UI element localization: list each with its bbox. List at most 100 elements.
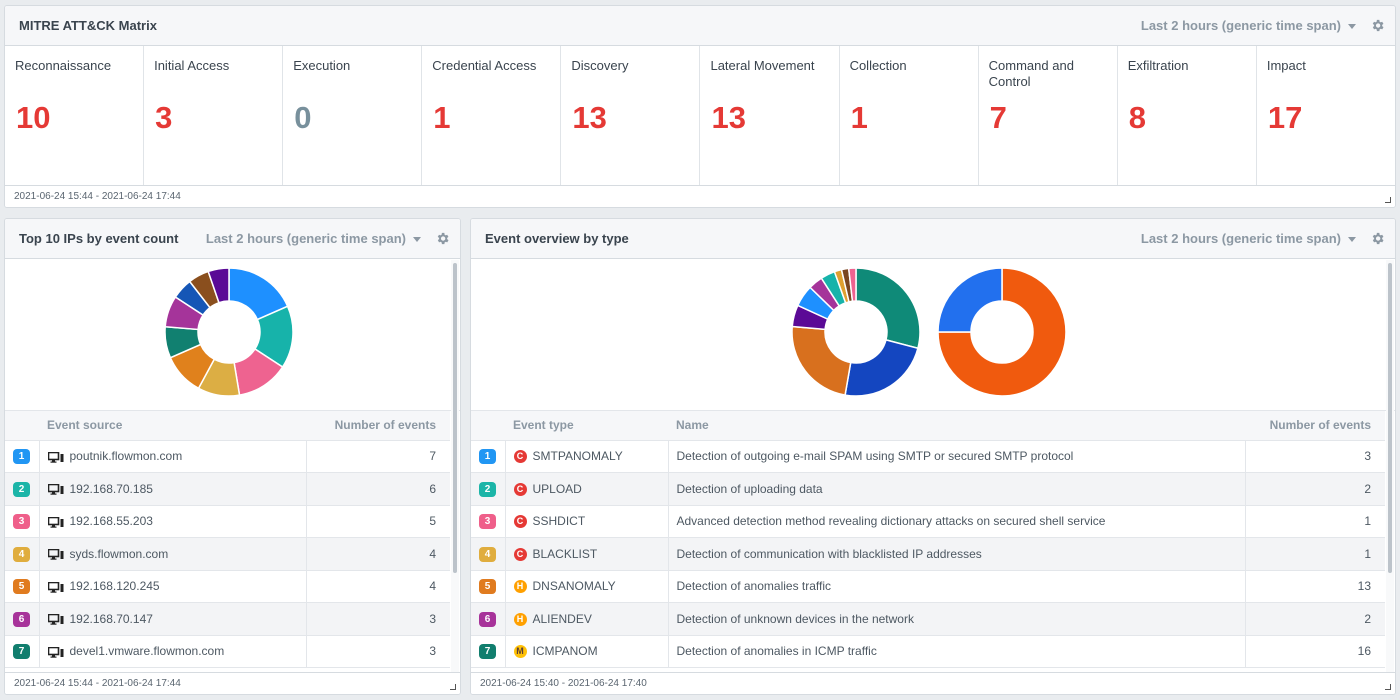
scrollbar[interactable] [1388, 263, 1392, 573]
rank-badge: 7 [13, 644, 30, 660]
tactic-tile[interactable]: Execution 0 [283, 46, 423, 185]
event-source-link[interactable]: 192.168.70.185 [70, 482, 153, 496]
event-type-link[interactable]: BLACKLIST [533, 547, 598, 561]
gear-icon[interactable] [435, 231, 450, 246]
tactic-tile[interactable]: Initial Access 3 [144, 46, 284, 185]
table-row[interactable]: 4 syds.flowmon.com 4 [5, 537, 450, 571]
ips-chart-area: poutnik.flowmon.com: 7192.168.70.185: 61… [5, 259, 460, 411]
resize-handle[interactable] [450, 684, 456, 690]
ips-table: Event source Number of events 1 poutnik.… [5, 411, 450, 668]
resize-handle[interactable] [1385, 197, 1391, 203]
table-row[interactable]: 2 C UPLOAD Detection of uploading data 2 [471, 472, 1385, 506]
rank-cell: 6 [471, 602, 506, 636]
source-cell: devel1.vmware.flowmon.com [39, 635, 307, 668]
event-type-link[interactable]: SMTPANOMALY [533, 449, 623, 463]
rank-cell: 7 [5, 635, 40, 668]
table-row[interactable]: 6 H ALIENDEV Detection of unknown devices… [471, 602, 1385, 636]
donut-slice[interactable]: ICMPANOM: 16 [855, 267, 921, 350]
event-source-link[interactable]: devel1.vmware.flowmon.com [70, 644, 225, 658]
table-row[interactable]: 1 C SMTPANOMALY Detection of outgoing e-m… [471, 440, 1385, 473]
events-table: Event type Name Number of events 1 C SMTP… [471, 411, 1385, 668]
rank-cell: 6 [5, 602, 40, 636]
count-cell: 6 [306, 472, 450, 506]
count-cell: 3 [306, 635, 450, 668]
event-type-link[interactable]: ICMPANOM [533, 644, 598, 658]
tactic-tile[interactable]: Collection 1 [840, 46, 979, 185]
timespan-dropdown[interactable]: Last 2 hours (generic time span) [206, 231, 421, 246]
rank-badge: 3 [479, 514, 496, 530]
severity-badge: C [513, 515, 527, 529]
rank-badge: 3 [13, 514, 30, 530]
tactic-tile[interactable]: Discovery 13 [561, 46, 701, 185]
table-row[interactable]: 3 192.168.55.203 5 [5, 505, 450, 538]
chevron-down-icon [1348, 23, 1356, 29]
tactic-tile[interactable]: Credential Access 1 [422, 46, 562, 185]
event-source-link[interactable]: poutnik.flowmon.com [70, 449, 183, 463]
gear-icon[interactable] [1370, 18, 1385, 33]
tactic-label: Execution [293, 58, 351, 73]
tactic-count: 10 [16, 100, 51, 135]
device-icon [47, 484, 63, 495]
table-row[interactable]: 5 192.168.120.245 4 [5, 570, 450, 603]
tactic-label: Impact [1266, 58, 1306, 73]
event-type-cell: C SSHDICT [505, 505, 669, 538]
column-header-type[interactable]: Event type [505, 411, 668, 441]
event-source-link[interactable]: 192.168.70.147 [70, 612, 153, 626]
rank-cell: 3 [471, 505, 506, 538]
event-type-donut-chart[interactable]: ICMPANOM: 16DNSANOMALY: 13Other (orange)… [791, 267, 921, 397]
table-header-row: Event type Name Number of events [471, 411, 1385, 441]
table-row[interactable]: 1 poutnik.flowmon.com 7 [5, 440, 450, 473]
table-row[interactable]: 4 C BLACKLIST Detection of communication … [471, 537, 1385, 571]
tactic-tile[interactable]: Command and Control 7 [979, 46, 1118, 185]
tactic-label: Credential Access [432, 58, 537, 73]
column-header-count[interactable]: Number of events [306, 411, 450, 441]
timespan-dropdown[interactable]: Last 2 hours (generic time span) [1141, 231, 1356, 246]
tactic-tile[interactable]: Impact 17 [1257, 46, 1395, 185]
event-type-link[interactable]: UPLOAD [533, 482, 582, 496]
count-cell: 1 [1245, 537, 1385, 571]
donut-slice[interactable]: Critical: 25 [937, 267, 1003, 333]
table-row[interactable]: 5 H DNSANOMALY Detection of anomalies tra… [471, 570, 1385, 603]
event-source-link[interactable]: syds.flowmon.com [70, 547, 169, 561]
column-header-count[interactable]: Number of events [1245, 411, 1385, 441]
event-name-cell: Detection of unknown devices in the netw… [668, 602, 1246, 636]
ips-donut-chart[interactable]: poutnik.flowmon.com: 7192.168.70.185: 61… [164, 267, 294, 397]
panel-title: Top 10 IPs by event count [19, 231, 179, 246]
event-overview-panel: Event overview by type Last 2 hours (gen… [470, 218, 1396, 695]
resize-handle[interactable] [1385, 684, 1391, 690]
tactic-tile[interactable]: Lateral Movement 13 [700, 46, 840, 185]
column-header-source[interactable]: Event source [39, 411, 306, 441]
tactic-tile[interactable]: Reconnaissance 10 [5, 46, 145, 185]
rank-badge: 5 [13, 579, 30, 595]
event-type-link[interactable]: ALIENDEV [533, 612, 592, 626]
table-row[interactable]: 7 M ICMPANOM Detection of anomalies in IC… [471, 635, 1385, 668]
table-row[interactable]: 6 192.168.70.147 3 [5, 602, 450, 636]
timespan-label: Last 2 hours (generic time span) [1140, 18, 1341, 33]
timespan-dropdown[interactable]: Last 2 hours (generic time span) [1141, 18, 1356, 33]
table-row[interactable]: 2 192.168.70.185 6 [5, 472, 450, 506]
donut-slice[interactable]: Other (orange): 13 [791, 325, 852, 396]
scrollbar[interactable] [453, 263, 457, 573]
donut-slice[interactable]: DNSANOMALY: 13 [844, 338, 919, 397]
event-severity-donut-chart[interactable]: High: 75Critical: 25 [937, 267, 1067, 397]
rank-cell: 7 [471, 635, 506, 668]
severity-badge: C [513, 482, 527, 496]
table-row[interactable]: 7 devel1.vmware.flowmon.com 3 [5, 635, 450, 668]
chevron-down-icon [413, 236, 421, 242]
ips-header: Top 10 IPs by event count Last 2 hours (… [5, 219, 460, 259]
event-type-link[interactable]: SSHDICT [533, 514, 586, 528]
event-type-cell: H DNSANOMALY [505, 570, 669, 603]
panel-title: Event overview by type [485, 231, 629, 246]
severity-badge: H [513, 612, 527, 626]
event-source-link[interactable]: 192.168.55.203 [70, 514, 153, 528]
tactic-label: Command and Control [988, 58, 1074, 89]
table-row[interactable]: 3 C SSHDICT Advanced detection method rev… [471, 505, 1385, 538]
event-source-link[interactable]: 192.168.120.245 [70, 579, 160, 593]
top-ips-panel: Top 10 IPs by event count Last 2 hours (… [4, 218, 461, 695]
event-type-link[interactable]: DNSANOMALY [533, 579, 616, 593]
tactic-tile[interactable]: Exfiltration 8 [1118, 46, 1257, 185]
column-header-name[interactable]: Name [668, 411, 1245, 441]
rank-badge: 4 [13, 546, 30, 562]
events-header: Event overview by type Last 2 hours (gen… [471, 219, 1395, 259]
gear-icon[interactable] [1370, 231, 1385, 246]
